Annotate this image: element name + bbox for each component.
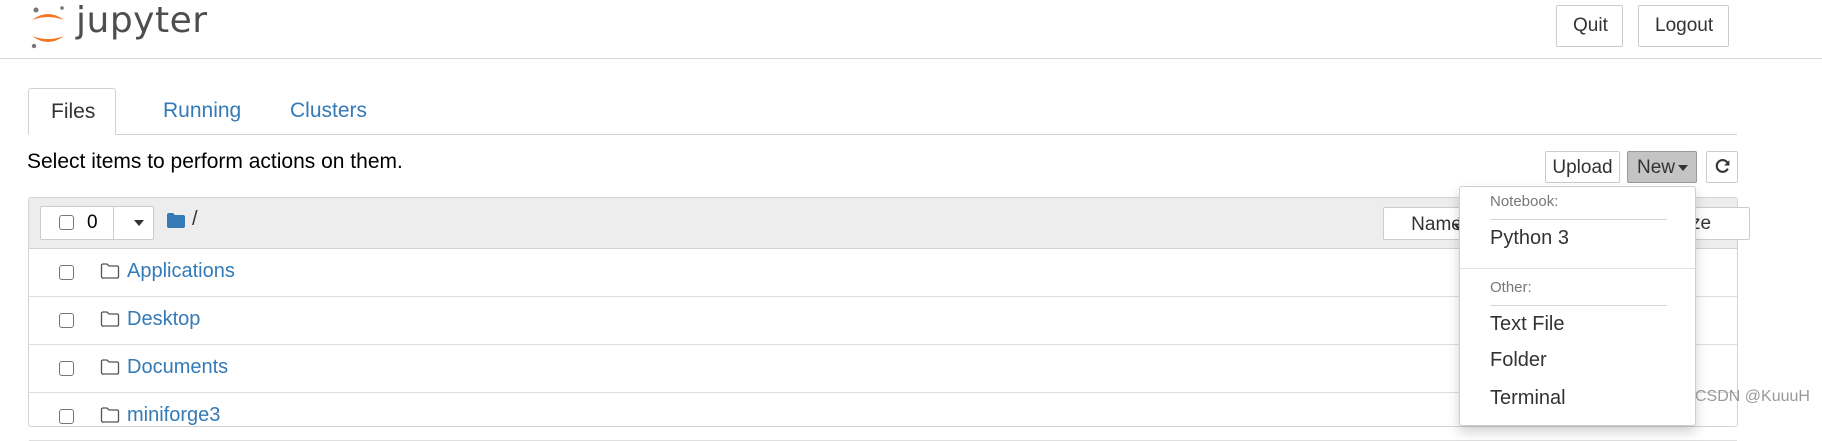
logout-button[interactable]: Logout — [1638, 5, 1729, 47]
item-link[interactable]: Documents — [127, 356, 228, 379]
menu-section-notebook: Notebook: — [1490, 193, 1559, 210]
item-checkbox[interactable] — [59, 409, 74, 424]
chevron-down-icon[interactable] — [134, 220, 144, 226]
item-checkbox[interactable] — [59, 265, 74, 280]
item-checkbox[interactable] — [59, 361, 74, 376]
tab-running[interactable]: Running — [141, 88, 263, 134]
chevron-down-icon — [1678, 165, 1688, 171]
menu-item-python3[interactable]: Python 3 — [1490, 227, 1569, 250]
tab-files[interactable]: Files — [28, 88, 116, 135]
folder-outline-icon — [100, 359, 120, 375]
breadcrumb[interactable]: / — [192, 208, 198, 231]
tab-bar: Files Running Clusters — [28, 88, 1737, 135]
select-all-checkbox[interactable] — [59, 215, 74, 230]
refresh-button[interactable] — [1706, 151, 1738, 183]
new-dropdown-menu: Notebook: Python 3 Other: Text File Fold… — [1459, 186, 1696, 426]
menu-divider — [1460, 268, 1695, 269]
menu-item-folder[interactable]: Folder — [1490, 349, 1547, 372]
menu-section-other: Other: — [1490, 279, 1532, 296]
folder-outline-icon — [100, 263, 120, 279]
select-all-control: 0 — [40, 206, 154, 240]
menu-item-terminal[interactable]: Terminal — [1490, 387, 1566, 410]
selected-count: 0 — [87, 212, 98, 233]
jupyter-logo-text: jupyter — [76, 0, 208, 41]
watermark: CSDN @KuuuH — [1695, 388, 1810, 405]
select-all-toggle[interactable]: 0 — [41, 207, 114, 239]
refresh-icon — [1715, 159, 1730, 173]
folder-icon[interactable] — [166, 212, 186, 229]
jupyter-logo-icon — [31, 6, 64, 49]
item-link[interactable]: Desktop — [127, 308, 200, 331]
item-link[interactable]: Applications — [127, 260, 235, 283]
upload-button[interactable]: Upload — [1545, 151, 1620, 183]
item-checkbox[interactable] — [59, 313, 74, 328]
menu-item-text-file[interactable]: Text File — [1490, 313, 1564, 336]
folder-outline-icon — [100, 407, 120, 423]
selection-hint-text: Select items to perform actions on them. — [27, 150, 403, 173]
new-button-label: New — [1637, 157, 1676, 178]
menu-section-underline — [1490, 305, 1667, 306]
new-dropdown-button[interactable]: New — [1627, 151, 1697, 183]
item-link[interactable]: miniforge3 — [127, 404, 220, 427]
app-header: jupyter Quit Logout — [0, 0, 1822, 59]
folder-outline-icon — [100, 311, 120, 327]
quit-button[interactable]: Quit — [1556, 5, 1623, 47]
menu-section-underline — [1490, 219, 1667, 220]
tab-clusters[interactable]: Clusters — [268, 88, 389, 134]
